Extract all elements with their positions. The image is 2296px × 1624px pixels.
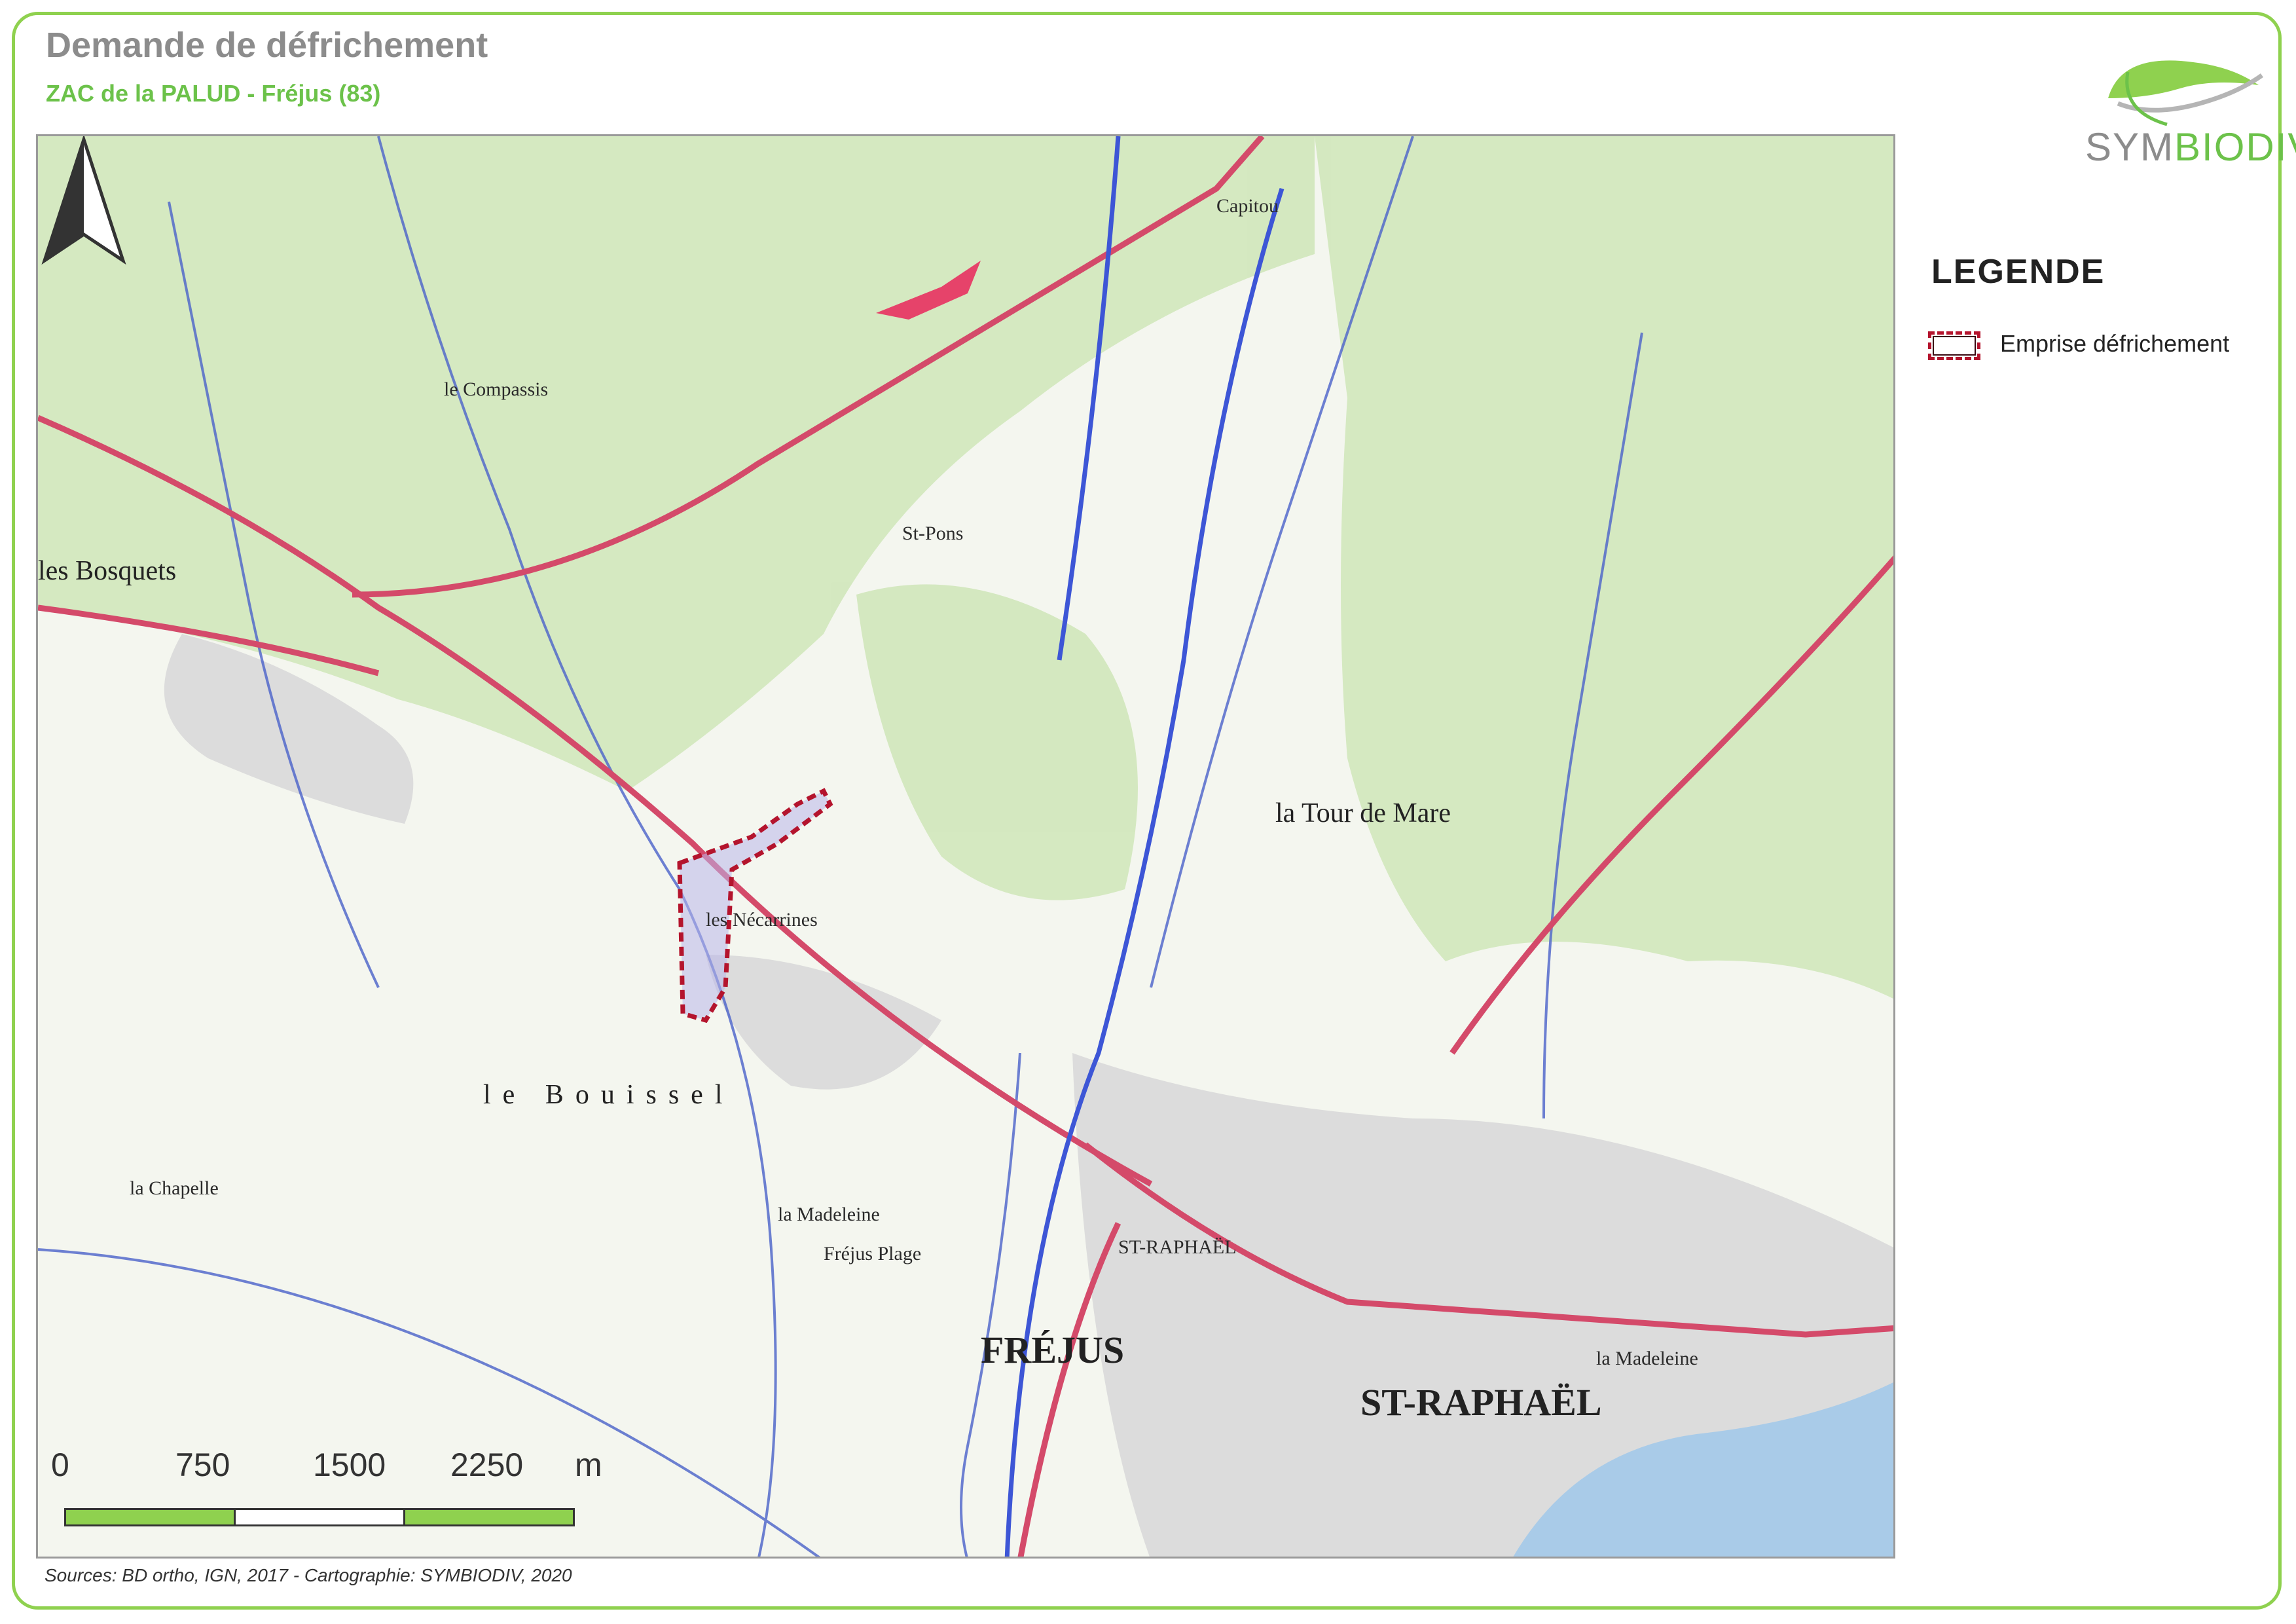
- scale-segment-2: [234, 1508, 405, 1526]
- scale-tick-1500: 1500: [313, 1447, 386, 1483]
- place-la-palud-label: les Nécarrines: [706, 909, 818, 931]
- page-title: Demande de défrichement: [46, 26, 488, 65]
- place-sur-argens-label: les Bosquets: [38, 556, 177, 586]
- scale-tick-2250: 2250: [450, 1447, 524, 1483]
- scale-unit: m: [575, 1447, 602, 1483]
- brand-prefix: SYM: [2085, 125, 2175, 169]
- scale-segment-1: [64, 1508, 236, 1526]
- map-canvas: [38, 136, 1893, 1557]
- place-frejus-plage-label: ST-RAPHAËL: [1118, 1236, 1237, 1258]
- scale-tick-0: 0: [51, 1447, 69, 1483]
- scale-bar: 0 750 1500 2250 m: [51, 1446, 706, 1544]
- place-tour-de-mare-label: la Tour de Mare: [1275, 798, 1451, 828]
- topographic-map[interactable]: FRÉJUS ST-RAPHAËL les Bosquets la Tour d…: [36, 134, 1895, 1559]
- place-villeneuve-label: Fréjus Plage: [824, 1243, 922, 1264]
- scale-segment-3: [403, 1508, 575, 1526]
- place-saint-raphael-label: ST-RAPHAËL: [1360, 1381, 1602, 1424]
- legend-label: Emprise défrichement: [2000, 330, 2230, 357]
- legend-swatch-clearing-zone: [1928, 331, 1980, 360]
- place-compassis-label: le Compassis: [444, 378, 549, 400]
- sources-footer: Sources: BD ortho, IGN, 2017 - Cartograp…: [45, 1565, 572, 1585]
- legend-title: LEGENDE: [1931, 253, 2105, 291]
- scale-tick-750: 750: [175, 1447, 230, 1483]
- place-la-plaine-label: le Bouissel: [483, 1080, 735, 1110]
- brand-suffix: BIODIV: [2174, 125, 2296, 169]
- north-arrow-icon: [41, 136, 126, 265]
- place-la-gaudine-label: la Madeleine: [778, 1204, 880, 1225]
- place-argens-river-label: la Chapelle: [130, 1177, 219, 1199]
- place-plage-de-frejus-label: la Madeleine: [1596, 1348, 1698, 1369]
- place-quartier-robert-label: St-Pons: [902, 523, 964, 544]
- brand-logo-text: SYMBIODIV: [2085, 124, 2296, 170]
- page-subtitle: ZAC de la PALUD - Fréjus (83): [46, 80, 381, 107]
- place-frejus-label: FRÉJUS: [981, 1329, 1125, 1371]
- place-capitou-label: Capitou: [1216, 195, 1279, 217]
